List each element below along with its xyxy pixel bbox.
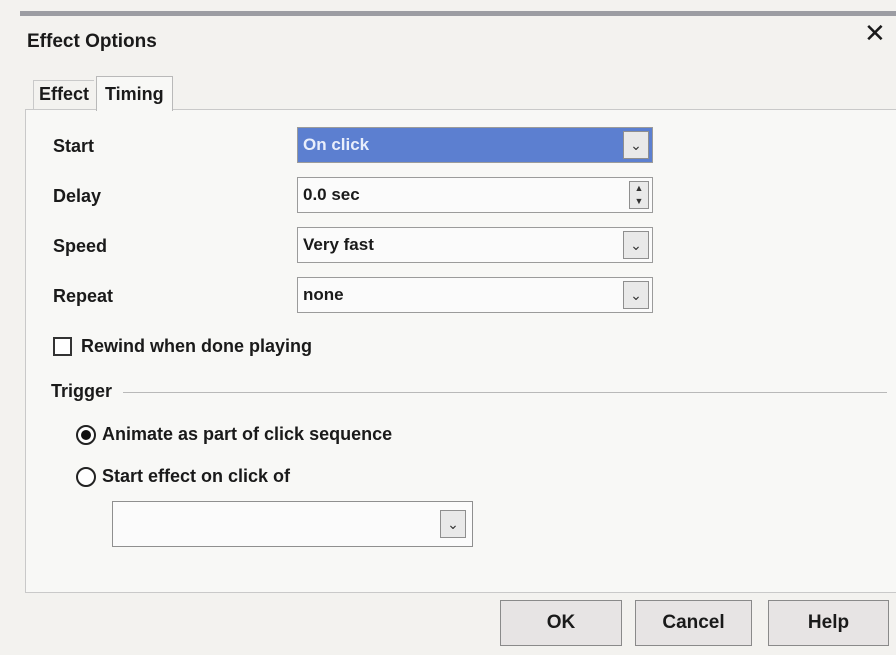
chevron-down-icon[interactable]: ⌄ [623, 281, 649, 309]
delay-label: Delay [53, 186, 102, 206]
spinner-arrows-icon[interactable]: ▲ ▼ [629, 181, 649, 209]
window-top-border [20, 11, 896, 16]
ok-button[interactable]: OK [500, 600, 622, 646]
repeat-dropdown[interactable]: none ⌄ [297, 277, 653, 313]
start-on-click-radio[interactable] [76, 467, 96, 487]
start-dropdown[interactable]: On click ⌄ [297, 127, 653, 163]
speed-dropdown[interactable]: Very fast ⌄ [297, 227, 653, 263]
trigger-divider [123, 392, 887, 393]
start-label: Start [53, 136, 95, 156]
speed-label: Speed [53, 236, 108, 256]
click-sequence-label: Animate as part of click sequence [102, 424, 393, 444]
click-sequence-radio[interactable] [76, 425, 96, 445]
close-icon[interactable]: ✕ [864, 20, 886, 46]
delay-value: 0.0 sec [303, 185, 360, 204]
trigger-shape-dropdown[interactable]: ⌄ [112, 501, 473, 547]
cancel-button[interactable]: Cancel [635, 600, 752, 646]
help-button[interactable]: Help [768, 600, 889, 646]
start-on-click-label: Start effect on click of [102, 466, 291, 486]
repeat-value: none [303, 285, 344, 304]
tab-timing[interactable]: Timing [96, 76, 173, 111]
rewind-checkbox[interactable] [53, 337, 72, 356]
repeat-label: Repeat [53, 286, 114, 306]
tab-effect[interactable]: Effect [33, 80, 95, 109]
dialog-title: Effect Options [27, 31, 157, 52]
delay-spinner[interactable]: 0.0 sec ▲ ▼ [297, 177, 653, 213]
start-value: On click [303, 135, 370, 154]
rewind-label: Rewind when done playing [81, 336, 313, 356]
chevron-down-icon[interactable]: ⌄ [623, 131, 649, 159]
speed-value: Very fast [303, 235, 374, 254]
trigger-group-label: Trigger [51, 381, 113, 401]
chevron-down-icon[interactable]: ⌄ [623, 231, 649, 259]
chevron-down-icon[interactable]: ⌄ [440, 510, 466, 538]
